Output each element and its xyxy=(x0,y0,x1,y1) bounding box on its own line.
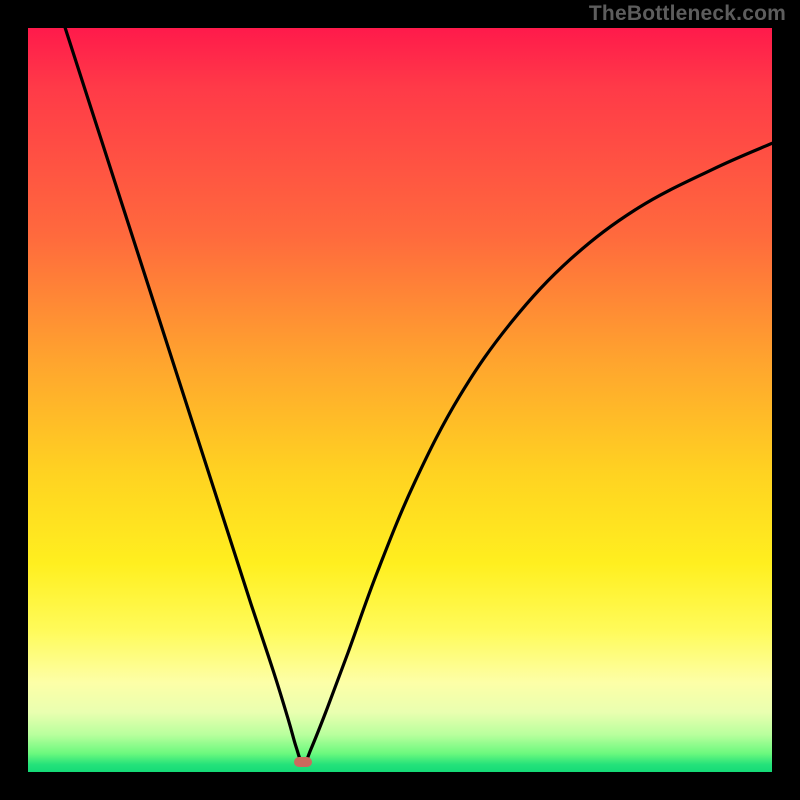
optimal-marker xyxy=(294,757,312,767)
plot-area xyxy=(28,28,772,772)
watermark: TheBottleneck.com xyxy=(589,2,786,26)
curve-path xyxy=(65,28,772,765)
bottleneck-curve xyxy=(28,28,772,772)
chart-frame: TheBottleneck.com xyxy=(0,0,800,800)
